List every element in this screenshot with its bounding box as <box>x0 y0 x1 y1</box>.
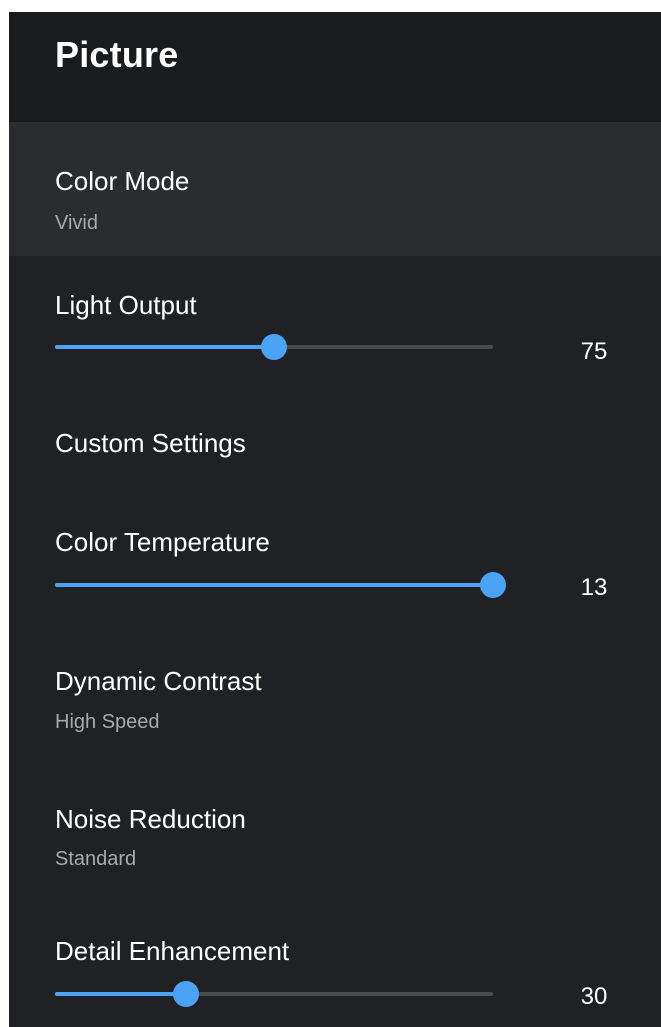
color-temperature-label: Color Temperature <box>55 527 270 557</box>
color-temperature-value: 13 <box>580 574 608 601</box>
panel-header: Picture <box>9 12 661 122</box>
picture-settings-panel: Picture Color Mode Vivid Light Output 75… <box>9 12 661 1027</box>
menu-item-detail-enhancement[interactable]: Detail Enhancement 30 <box>9 906 661 1027</box>
color-temperature-slider[interactable] <box>55 572 506 598</box>
detail-enhancement-value: 30 <box>580 983 608 1010</box>
slider-thumb[interactable] <box>261 334 287 360</box>
menu-item-noise-reduction[interactable]: Noise Reduction Standard <box>9 776 661 906</box>
menu-item-light-output[interactable]: Light Output 75 <box>9 256 661 386</box>
menu-item-custom-settings[interactable]: Custom Settings <box>9 386 661 496</box>
menu-item-color-mode[interactable]: Color Mode Vivid <box>9 122 661 256</box>
menu-item-color-temperature[interactable]: Color Temperature 13 <box>9 496 661 636</box>
slider-thumb[interactable] <box>480 572 506 598</box>
page-title: Picture <box>55 34 179 75</box>
dynamic-contrast-label: Dynamic Contrast <box>55 666 262 696</box>
detail-enhancement-slider[interactable] <box>55 981 493 1007</box>
slider-fill <box>55 345 274 349</box>
dynamic-contrast-value: High Speed <box>55 711 160 733</box>
light-output-label: Light Output <box>55 290 197 320</box>
custom-settings-label: Custom Settings <box>55 428 246 458</box>
noise-reduction-label: Noise Reduction <box>55 804 246 834</box>
detail-enhancement-label: Detail Enhancement <box>55 936 290 966</box>
light-output-value: 75 <box>580 338 608 365</box>
menu-item-dynamic-contrast[interactable]: Dynamic Contrast High Speed <box>9 636 661 776</box>
light-output-slider[interactable] <box>55 334 493 360</box>
slider-thumb[interactable] <box>173 981 200 1007</box>
color-mode-value: Vivid <box>55 212 98 234</box>
slider-fill <box>55 992 187 996</box>
noise-reduction-value: Standard <box>55 848 137 870</box>
slider-fill <box>55 583 493 587</box>
color-mode-label: Color Mode <box>55 166 190 196</box>
